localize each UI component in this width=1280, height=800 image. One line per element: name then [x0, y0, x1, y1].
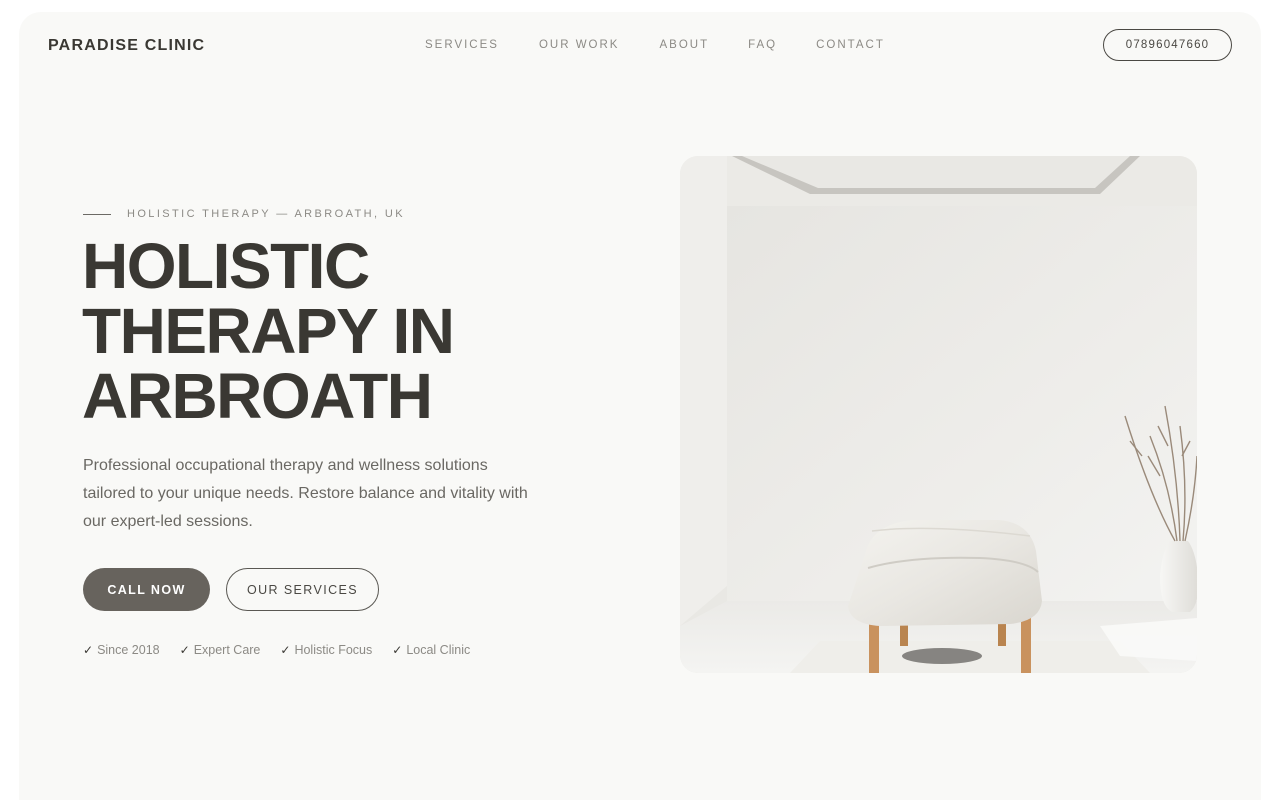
check-icon: ✓: [179, 643, 190, 657]
top-nav: PARADISE CLINIC SERVICES OUR WORK ABOUT …: [19, 12, 1261, 78]
hero-description: Professional occupational therapy and we…: [83, 457, 528, 530]
hero-eyebrow: HOLISTIC THERAPY — ARBROATH, UK: [83, 208, 405, 220]
check-icon: ✓: [83, 643, 94, 657]
badge-expert-care: ✓ Expert Care: [180, 643, 261, 657]
badge-label: Local Clinic: [406, 643, 471, 657]
badge-label: Since 2018: [97, 643, 160, 657]
vase: [1160, 541, 1197, 612]
check-icon: ✓: [280, 643, 291, 657]
eyebrow-divider: [83, 213, 111, 215]
nav-link-services[interactable]: SERVICES: [425, 39, 499, 51]
page-frame: PARADISE CLINIC SERVICES OUR WORK ABOUT …: [19, 12, 1261, 800]
therapy-room-image: [680, 156, 1197, 673]
trust-badges: ✓ Since 2018 ✓ Expert Care ✓ Holistic Fo…: [83, 643, 470, 657]
nav-link-contact[interactable]: CONTACT: [816, 39, 885, 51]
left-wall: [680, 156, 727, 626]
badge-local-clinic: ✓ Local Clinic: [392, 643, 470, 657]
headline-line-1: HOLISTIC: [82, 230, 370, 302]
badge-label: Expert Care: [193, 643, 261, 657]
nav-link-our-work[interactable]: OUR WORK: [539, 39, 620, 51]
hero-headline: HOLISTIC THERAPY IN ARBROATH: [82, 230, 455, 432]
brand-logo[interactable]: PARADISE CLINIC: [48, 37, 205, 55]
eyebrow-text: HOLISTIC THERAPY — ARBROATH, UK: [127, 208, 405, 220]
nav-link-faq[interactable]: FAQ: [748, 39, 777, 51]
our-services-button[interactable]: OUR SERVICES: [226, 568, 379, 611]
badge-since-2018: ✓ Since 2018: [83, 643, 160, 657]
badge-holistic-focus: ✓ Holistic Focus: [280, 643, 372, 657]
badge-label: Holistic Focus: [294, 643, 373, 657]
phone-button[interactable]: 07896047660: [1103, 29, 1232, 61]
therapy-room-illustration: [680, 156, 1197, 673]
headline-line-3: ARBROATH: [82, 360, 433, 432]
check-icon: ✓: [392, 643, 403, 657]
nav-links: SERVICES OUR WORK ABOUT FAQ CONTACT: [425, 39, 885, 51]
call-now-button[interactable]: CALL NOW: [83, 568, 210, 611]
nav-link-about[interactable]: ABOUT: [659, 39, 709, 51]
bench-cushion: [848, 520, 1042, 626]
headline-line-2: THERAPY IN: [82, 295, 455, 367]
bench-leg: [1021, 616, 1031, 673]
